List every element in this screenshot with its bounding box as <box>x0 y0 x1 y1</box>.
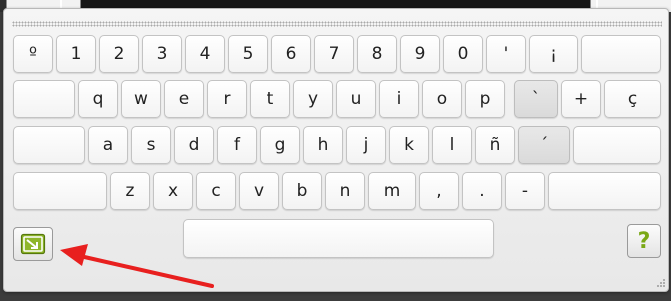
backspace-key[interactable] <box>581 35 661 73</box>
key[interactable]: l <box>432 126 472 164</box>
space-bar[interactable] <box>183 219 494 258</box>
key[interactable]: m <box>368 172 416 210</box>
key[interactable]: p <box>465 80 505 118</box>
key[interactable]: w <box>121 80 161 118</box>
right-shift-key[interactable] <box>548 172 661 210</box>
key[interactable]: q <box>78 80 118 118</box>
key[interactable]: b <box>282 172 322 210</box>
key[interactable]: r <box>207 80 247 118</box>
key[interactable]: 8 <box>357 35 397 73</box>
dead-key-acute[interactable]: ´ <box>518 126 570 164</box>
key[interactable]: e <box>164 80 204 118</box>
help-button[interactable]: ? <box>627 224 661 258</box>
dead-key-grave[interactable]: ` <box>514 80 558 118</box>
tab-key[interactable] <box>13 80 75 118</box>
key[interactable]: i <box>379 80 419 118</box>
key[interactable]: u <box>336 80 376 118</box>
key[interactable]: j <box>346 126 386 164</box>
resize-grip-icon[interactable] <box>652 277 666 289</box>
key[interactable]: 4 <box>185 35 225 73</box>
key[interactable]: 5 <box>228 35 268 73</box>
key[interactable]: º <box>13 35 53 73</box>
key[interactable]: 9 <box>400 35 440 73</box>
key[interactable]: a <box>88 126 128 164</box>
key[interactable]: ¡ <box>529 35 578 73</box>
key[interactable]: x <box>153 172 193 210</box>
key[interactable]: o <box>422 80 462 118</box>
enter-key[interactable] <box>573 126 661 164</box>
key[interactable]: z <box>110 172 150 210</box>
key[interactable]: c <box>196 172 236 210</box>
key[interactable]: d <box>174 126 214 164</box>
help-icon: ? <box>637 228 651 254</box>
key[interactable]: 0 <box>443 35 483 73</box>
key[interactable]: ' <box>486 35 526 73</box>
key[interactable]: , <box>419 172 459 210</box>
key[interactable]: k <box>389 126 429 164</box>
key[interactable]: + <box>561 80 601 118</box>
key[interactable]: 6 <box>271 35 311 73</box>
key[interactable]: n <box>325 172 365 210</box>
key[interactable]: 1 <box>56 35 96 73</box>
key[interactable]: ç <box>604 80 661 118</box>
key[interactable]: f <box>217 126 257 164</box>
key[interactable]: . <box>462 172 502 210</box>
key[interactable]: v <box>239 172 279 210</box>
key[interactable]: 2 <box>99 35 139 73</box>
key[interactable]: h <box>303 126 343 164</box>
key[interactable]: 3 <box>142 35 182 73</box>
key[interactable]: - <box>505 172 545 210</box>
key[interactable]: 7 <box>314 35 354 73</box>
key[interactable]: t <box>250 80 290 118</box>
minimize-keyboard-button[interactable] <box>13 227 53 261</box>
key[interactable]: s <box>131 126 171 164</box>
left-shift-key[interactable] <box>13 172 107 210</box>
minimize-keyboard-icon <box>20 233 46 255</box>
caps-lock-key[interactable] <box>13 126 85 164</box>
key[interactable]: ñ <box>475 126 515 164</box>
key[interactable]: g <box>260 126 300 164</box>
key[interactable]: y <box>293 80 333 118</box>
drag-handle[interactable] <box>12 21 662 27</box>
